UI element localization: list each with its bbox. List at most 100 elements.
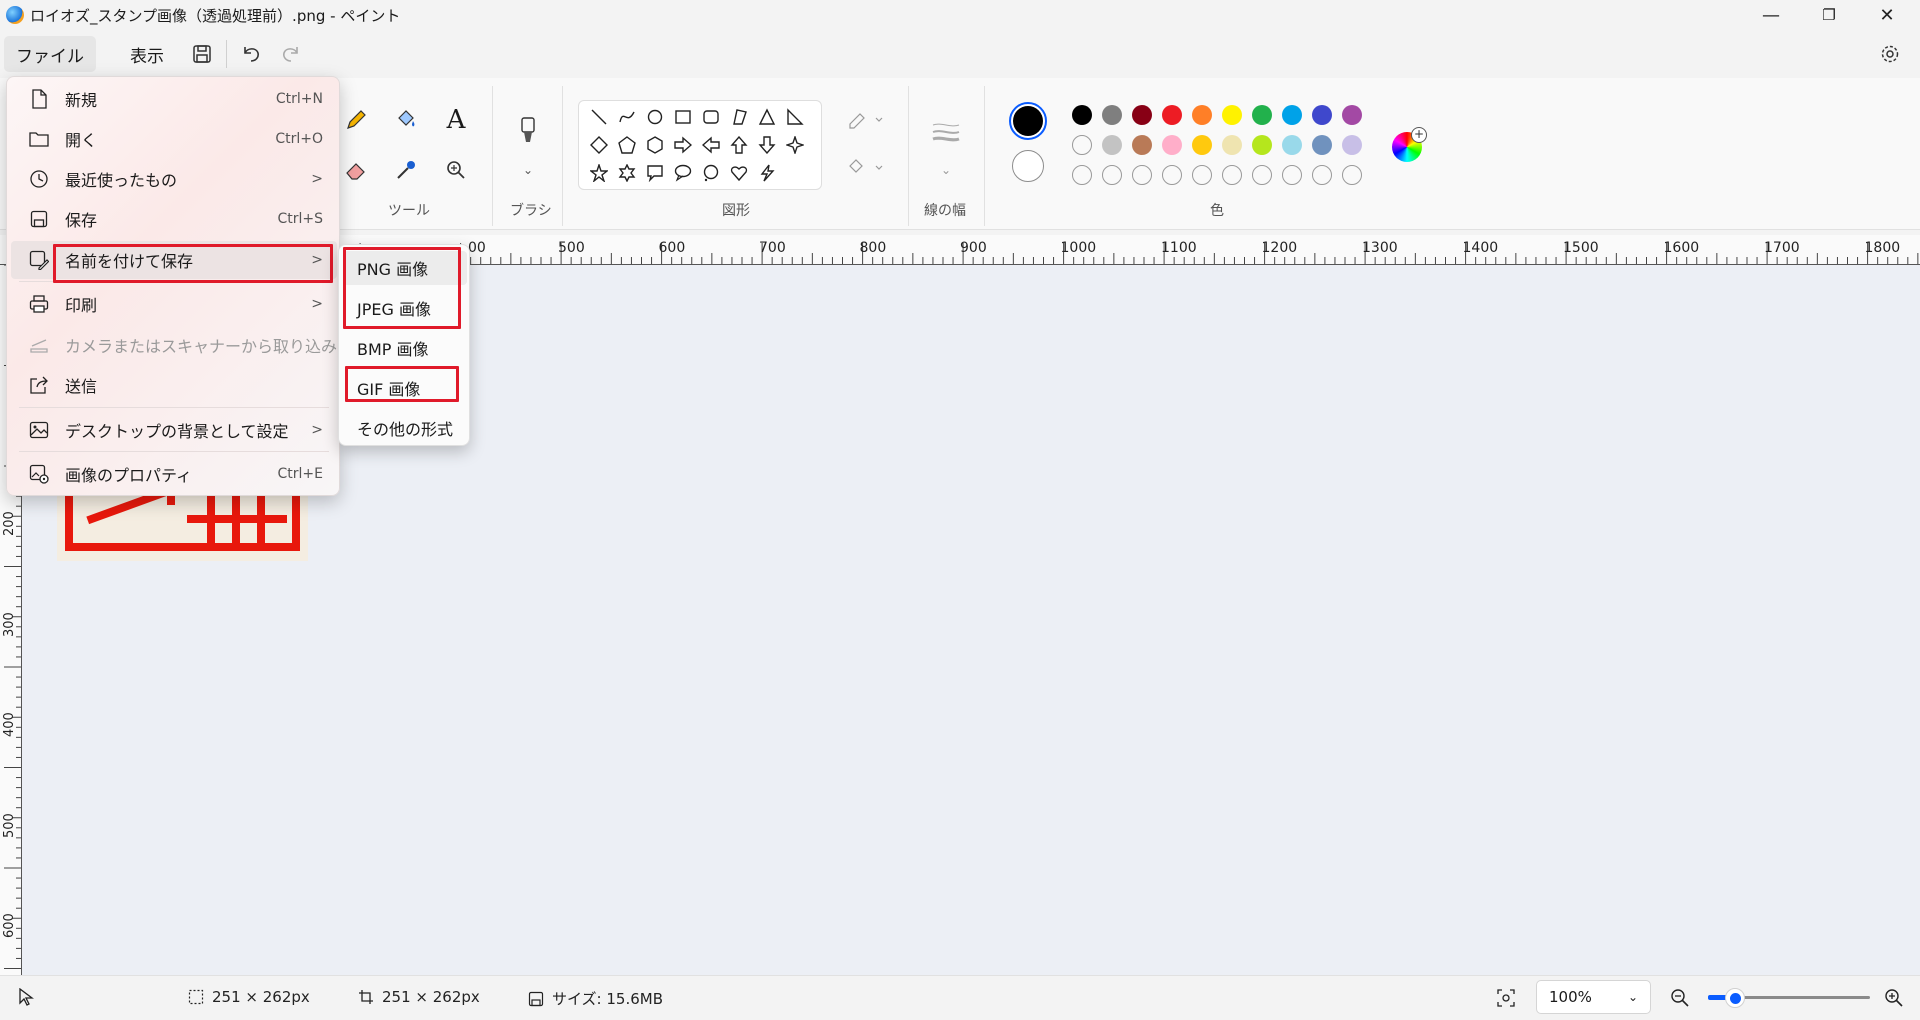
menu-bar: ファイル 表示 [0,30,1920,78]
oval-shape-icon[interactable] [643,105,667,129]
stamp-stroke [187,515,287,523]
eraser-tool-icon[interactable] [338,152,374,188]
custom-color-slot[interactable] [1222,165,1242,185]
right-triangle-shape-icon[interactable] [783,105,807,129]
polygon-shape-icon[interactable] [727,105,751,129]
menu-item-print[interactable]: 印刷 > [11,285,337,323]
color-swatch[interactable] [1132,105,1152,125]
line-width-chevron-icon[interactable]: ⌄ [928,152,964,188]
ruler-label: 500 [558,240,585,256]
brush-dropdown-chevron-icon[interactable]: ⌄ [510,152,546,188]
add-color-plus-icon[interactable]: + [1411,127,1427,143]
text-tool-icon[interactable]: A [438,102,474,138]
restore-button[interactable]: ❐ [1800,0,1858,30]
color-swatch[interactable] [1162,135,1182,155]
five-point-star-shape-icon[interactable] [587,161,611,185]
color-swatch[interactable] [1132,135,1152,155]
custom-color-slot[interactable] [1312,165,1332,185]
pencil-tool-icon[interactable] [338,102,374,138]
rounded-rectangle-shape-icon[interactable] [699,105,723,129]
cloud-callout-shape-icon[interactable] [699,161,723,185]
up-arrow-shape-icon[interactable] [727,133,751,157]
custom-color-slot[interactable] [1192,165,1212,185]
zoom-out-icon[interactable] [1670,988,1690,1008]
close-button[interactable]: ✕ [1858,0,1916,30]
four-point-star-shape-icon[interactable] [783,133,807,157]
color-swatch[interactable] [1252,105,1272,125]
custom-color-slot[interactable] [1342,165,1362,185]
color-swatch[interactable] [1192,135,1212,155]
curve-shape-icon[interactable] [615,105,639,129]
rectangle-shape-icon[interactable] [671,105,695,129]
color-swatch[interactable] [1282,135,1302,155]
magnifier-tool-icon[interactable] [438,152,474,188]
menu-item-image-properties[interactable]: 画像のプロパティ Ctrl+E [11,455,337,493]
custom-color-slot[interactable] [1132,165,1152,185]
file-menu-button[interactable]: ファイル [4,36,96,72]
secondary-color-selector[interactable] [1012,150,1044,182]
color-swatch[interactable] [1252,135,1272,155]
ruler-label: 1300 [1362,240,1398,256]
outline-dropdown-icon[interactable] [840,102,892,138]
color-swatch[interactable] [1342,135,1362,155]
custom-color-slot[interactable] [1282,165,1302,185]
zoom-level-dropdown[interactable]: 100% ⌄ [1536,980,1651,1014]
menu-item-save[interactable]: 保存 Ctrl+S [11,200,337,238]
line-shape-icon[interactable] [587,105,611,129]
custom-color-slot[interactable] [1252,165,1272,185]
color-swatch[interactable] [1072,105,1092,125]
color-swatch[interactable] [1222,135,1242,155]
lightning-shape-icon[interactable] [755,161,779,185]
triangle-shape-icon[interactable] [755,105,779,129]
color-swatch[interactable] [1312,135,1332,155]
submenu-item-other-formats[interactable]: その他の形式 [343,411,467,445]
save-icon[interactable] [184,36,220,72]
brush-icon[interactable] [510,114,546,150]
undo-icon[interactable] [233,36,269,72]
menu-item-set-desktop-background[interactable]: デスクトップの背景として設定 > [11,411,337,449]
color-swatch[interactable] [1222,105,1242,125]
color-swatch[interactable] [1312,105,1332,125]
zoom-in-icon[interactable] [1884,988,1904,1008]
view-menu-button[interactable]: 表示 [118,36,176,72]
color-picker-tool-icon[interactable] [388,152,424,188]
heart-shape-icon[interactable] [727,161,751,185]
fit-to-window-icon[interactable] [1496,988,1516,1008]
rectangular-callout-shape-icon[interactable] [643,161,667,185]
fill-dropdown-icon[interactable] [840,150,892,186]
pentagon-shape-icon[interactable] [615,133,639,157]
menu-item-open[interactable]: 開く Ctrl+O [11,120,337,158]
diamond-shape-icon[interactable] [587,133,611,157]
custom-color-slot[interactable] [1162,165,1182,185]
color-swatch[interactable] [1192,105,1212,125]
zoom-slider-thumb[interactable] [1725,988,1745,1008]
file-size: サイズ: 15.6MB [552,990,664,1008]
left-arrow-shape-icon[interactable] [699,133,723,157]
menu-item-send[interactable]: 送信 [11,366,337,404]
menu-item-new[interactable]: 新規 Ctrl+N [11,80,337,118]
down-arrow-shape-icon[interactable] [755,133,779,157]
hexagon-shape-icon[interactable] [643,133,667,157]
menu-item-label: 最近使ったもの [65,171,178,190]
color-swatch[interactable] [1102,105,1122,125]
submenu-item-bmp[interactable]: BMP 画像 [343,331,467,365]
six-point-star-shape-icon[interactable] [615,161,639,185]
folder-open-icon [27,127,51,151]
custom-color-slot[interactable] [1102,165,1122,185]
settings-gear-icon[interactable] [1872,36,1908,72]
color-swatch[interactable] [1102,135,1122,155]
custom-color-slot[interactable] [1072,135,1092,155]
color-swatch[interactable] [1162,105,1182,125]
oval-callout-shape-icon[interactable] [671,161,695,185]
redo-icon[interactable] [273,36,309,72]
custom-color-slot[interactable] [1072,165,1092,185]
menu-item-import-camera-scanner: カメラまたはスキャナーから取り込み [11,326,337,364]
color-swatch[interactable] [1342,105,1362,125]
right-arrow-shape-icon[interactable] [671,133,695,157]
primary-color-selector[interactable] [1009,102,1047,140]
fill-bucket-tool-icon[interactable] [388,102,424,138]
color-swatch[interactable] [1282,105,1302,125]
menu-item-recent[interactable]: 最近使ったもの > [11,160,337,198]
minimize-button[interactable]: — [1742,0,1800,30]
line-width-icon[interactable] [928,114,964,150]
